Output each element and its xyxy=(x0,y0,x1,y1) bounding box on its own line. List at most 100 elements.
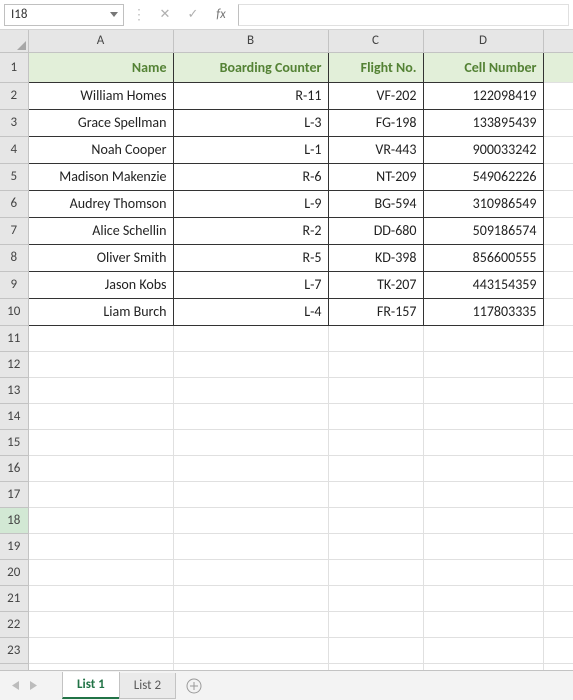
add-sheet-icon[interactable] xyxy=(181,673,207,699)
row-header-12[interactable]: 12 xyxy=(0,351,28,377)
cell-empty[interactable] xyxy=(423,429,543,455)
cell-boarding[interactable]: L-4 xyxy=(173,298,328,325)
cell-empty[interactable] xyxy=(543,507,573,533)
tab-list-1[interactable]: List 1 xyxy=(62,672,120,699)
cell-empty[interactable] xyxy=(543,298,573,325)
cell-empty[interactable] xyxy=(543,52,573,82)
cell-empty[interactable] xyxy=(328,663,423,670)
cell-empty[interactable] xyxy=(173,663,328,670)
cell-flight[interactable]: FG-198 xyxy=(328,109,423,136)
cell-empty[interactable] xyxy=(173,377,328,403)
row-header-24[interactable]: 24 xyxy=(0,663,28,670)
col-header-B[interactable]: B xyxy=(173,30,328,52)
row-header-17[interactable]: 17 xyxy=(0,481,28,507)
col-header-C[interactable]: C xyxy=(328,30,423,52)
cell-empty[interactable] xyxy=(28,533,173,559)
cell-empty[interactable] xyxy=(543,351,573,377)
cell-empty[interactable] xyxy=(543,585,573,611)
row-header-18[interactable]: 18 xyxy=(0,507,28,533)
cell-empty[interactable] xyxy=(423,403,543,429)
row-header-11[interactable]: 11 xyxy=(0,325,28,351)
cell-empty[interactable] xyxy=(328,611,423,637)
cell-empty[interactable] xyxy=(423,559,543,585)
cell-empty[interactable] xyxy=(543,109,573,136)
name-box[interactable]: I18 xyxy=(4,4,124,26)
cell-empty[interactable] xyxy=(28,585,173,611)
cell-empty[interactable] xyxy=(328,351,423,377)
cell-empty[interactable] xyxy=(28,403,173,429)
col-header-A[interactable]: A xyxy=(28,30,173,52)
cell-empty[interactable] xyxy=(28,429,173,455)
cell-empty[interactable] xyxy=(543,190,573,217)
cell-name[interactable]: Alice Schellin xyxy=(28,217,173,244)
cell-number[interactable]: 509186574 xyxy=(423,217,543,244)
cell-name[interactable]: Liam Burch xyxy=(28,298,173,325)
cell-empty[interactable] xyxy=(173,481,328,507)
cell-number[interactable]: 122098419 xyxy=(423,82,543,109)
cell-name[interactable]: William Homes xyxy=(28,82,173,109)
row-header-3[interactable]: 3 xyxy=(0,109,28,136)
cell-empty[interactable] xyxy=(423,507,543,533)
cell-empty[interactable] xyxy=(28,559,173,585)
cell-flight[interactable]: VF-202 xyxy=(328,82,423,109)
row-header-13[interactable]: 13 xyxy=(0,377,28,403)
cell-empty[interactable] xyxy=(173,559,328,585)
cell-name[interactable]: Noah Cooper xyxy=(28,136,173,163)
cell-name[interactable]: Oliver Smith xyxy=(28,244,173,271)
cell-empty[interactable] xyxy=(543,217,573,244)
cell-flight[interactable]: KD-398 xyxy=(328,244,423,271)
cell-boarding[interactable]: R-2 xyxy=(173,217,328,244)
cell-number[interactable]: 133895439 xyxy=(423,109,543,136)
cell-flight[interactable]: VR-443 xyxy=(328,136,423,163)
cell-flight[interactable]: TK-207 xyxy=(328,271,423,298)
row-header-1[interactable]: 1 xyxy=(0,52,28,82)
cell-empty[interactable] xyxy=(328,637,423,663)
cell-empty[interactable] xyxy=(543,271,573,298)
cell-empty[interactable] xyxy=(423,455,543,481)
row-header-8[interactable]: 8 xyxy=(0,244,28,271)
row-header-21[interactable]: 21 xyxy=(0,585,28,611)
cell-empty[interactable] xyxy=(173,611,328,637)
cell-empty[interactable] xyxy=(328,481,423,507)
cell-boarding[interactable]: R-6 xyxy=(173,163,328,190)
row-header-10[interactable]: 10 xyxy=(0,298,28,325)
cancel-icon[interactable]: ✕ xyxy=(154,4,176,26)
cell-empty[interactable] xyxy=(173,325,328,351)
cell-flight[interactable]: FR-157 xyxy=(328,298,423,325)
cell-empty[interactable] xyxy=(173,351,328,377)
cell-number[interactable]: 117803335 xyxy=(423,298,543,325)
tab-nav-prev-icon[interactable] xyxy=(6,676,24,696)
cell-empty[interactable] xyxy=(543,244,573,271)
cell-empty[interactable] xyxy=(173,455,328,481)
enter-icon[interactable]: ✓ xyxy=(182,4,204,26)
cell-number[interactable]: 856600555 xyxy=(423,244,543,271)
cell-empty[interactable] xyxy=(543,136,573,163)
select-all-corner[interactable] xyxy=(0,30,28,52)
cell-empty[interactable] xyxy=(173,507,328,533)
row-header-9[interactable]: 9 xyxy=(0,271,28,298)
cell-empty[interactable] xyxy=(543,163,573,190)
tab-nav-next-icon[interactable] xyxy=(24,676,42,696)
cell-empty[interactable] xyxy=(28,351,173,377)
row-header-16[interactable]: 16 xyxy=(0,455,28,481)
cell-empty[interactable] xyxy=(328,403,423,429)
cell-empty[interactable] xyxy=(328,533,423,559)
row-header-7[interactable]: 7 xyxy=(0,217,28,244)
cell-empty[interactable] xyxy=(423,325,543,351)
cell-empty[interactable] xyxy=(328,455,423,481)
cell-empty[interactable] xyxy=(173,403,328,429)
cell-empty[interactable] xyxy=(543,533,573,559)
cell-number[interactable]: 310986549 xyxy=(423,190,543,217)
cell-number[interactable]: 443154359 xyxy=(423,271,543,298)
cell-boarding[interactable]: L-3 xyxy=(173,109,328,136)
col-header-D[interactable]: D xyxy=(423,30,543,52)
cell-empty[interactable] xyxy=(173,637,328,663)
cell-empty[interactable] xyxy=(543,455,573,481)
cell-empty[interactable] xyxy=(28,663,173,670)
header-flight[interactable]: Flight No. xyxy=(328,52,423,82)
cell-boarding[interactable]: L-9 xyxy=(173,190,328,217)
cell-empty[interactable] xyxy=(28,507,173,533)
cell-empty[interactable] xyxy=(423,377,543,403)
cell-empty[interactable] xyxy=(543,429,573,455)
cell-empty[interactable] xyxy=(423,585,543,611)
